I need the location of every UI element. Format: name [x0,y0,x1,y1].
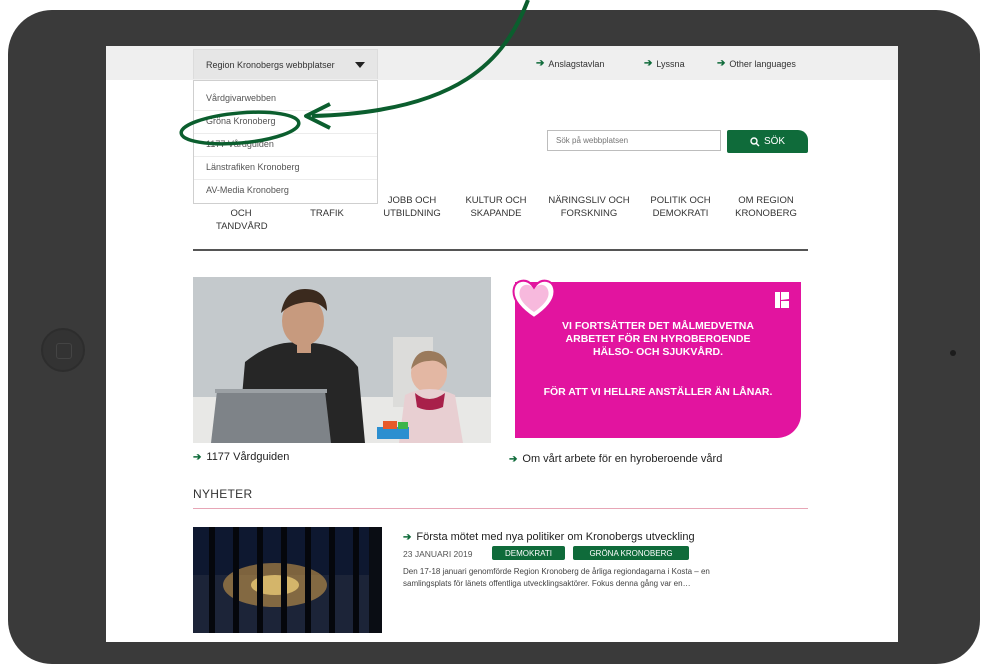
caret-down-icon [355,62,365,68]
arrow-right-icon: ➔ [644,58,653,69]
nav-divider [193,249,808,251]
nav-line1: NÄRINGSLIV OCH [548,195,630,206]
nav-line2: TRAFIK [310,208,344,219]
teaser-link-hyroberoende[interactable]: ➔ Om vårt arbete för en hyroberoende vår… [509,453,722,465]
nav-line2: TANDVÅRD [216,221,268,232]
promo-line: HÄLSO- OCH SJUKVÅRD. [592,346,724,358]
heart-badge-icon [512,279,556,320]
teaser-link-label: Om vårt arbete för en hyroberoende vård [522,453,723,465]
search-input[interactable] [547,130,721,151]
nav-line2: FORSKNING [560,208,618,219]
menu-divider [194,156,377,157]
nav-line1: POLITIK OCH [650,195,711,206]
tag-demokrati[interactable]: DEMOKRATI [492,546,565,560]
teaser-photo[interactable] [193,277,491,443]
news-section-title: NYHETER [193,487,253,501]
arrow-right-icon: ➔ [193,451,202,463]
menu-item-grona-kronoberg[interactable]: Gröna Kronoberg [206,116,276,126]
arrow-right-icon: ➔ [536,58,545,69]
toplink-anslagstavlan[interactable]: ➔ Anslagstavlan [536,58,604,69]
arrow-right-icon: ➔ [403,531,412,543]
sites-menu-toggle[interactable]: Region Kronobergs webbplatser [193,49,378,79]
toplink-label: Lyssna [656,58,685,69]
news-excerpt: Den 17-18 januari genomförde Region Kron… [403,566,803,590]
news-headline: Första mötet med nya politiker om Kronob… [416,531,695,543]
region-logo-icon [775,292,789,308]
nav-line1: OM REGION [738,195,794,206]
teaser-link-label: 1177 Vårdguiden [206,451,290,463]
arrow-right-icon: ➔ [717,58,726,69]
promo-headline: VI FORTSÄTTER DET MÅLMEDVETNA ARBETET FÖ… [515,320,801,359]
promo-tagline: FÖR ATT VI HELLRE ANSTÄLLER ÄN LÅNAR. [543,386,773,398]
toplink-lyssna[interactable]: ➔ Lyssna [644,58,685,69]
nav-line1: KULTUR OCH [465,195,527,206]
nav-item-om-region-kronoberg[interactable]: OM REGION KRONOBERG [726,194,806,220]
search-button-label: SÖK [763,136,786,147]
menu-item-av-media[interactable]: AV-Media Kronoberg [206,185,289,195]
menu-item-vardgivarwebben[interactable]: Vårdgivarwebben [206,93,276,103]
nav-line2: SKAPANDE [470,208,522,219]
top-bar: Region Kronobergs webbplatser ➔ Anslagst… [106,46,898,80]
nav-item-kultur-och-skapande[interactable]: KULTUR OCH SKAPANDE [456,194,536,220]
nav-item-naringsliv-och-forskning[interactable]: NÄRINGSLIV OCH FORSKNING [539,194,639,220]
teaser-link-1177[interactable]: ➔ 1177 Vårdguiden [193,451,289,463]
news-photo [193,527,382,633]
news-headline-link[interactable]: ➔ Första mötet med nya politiker om Kron… [403,531,695,543]
nav-item-jobb-och-utbildning[interactable]: JOBB OCH UTBILDNING [372,194,452,220]
news-excerpt-line: samlingsplats för länets offentliga utve… [403,579,691,588]
nav-line2: DEMOKRATI [652,208,709,219]
nav-line1: JOBB OCH [387,195,437,206]
home-button [41,328,85,372]
menu-item-lanstrafiken[interactable]: Länstrafiken Kronoberg [206,162,300,172]
toplink-label: Anslagstavlan [548,58,605,69]
menu-item-1177-vardguiden[interactable]: 1177 Vårdguiden [206,139,274,149]
tag-grona-kronoberg[interactable]: GRÖNA KRONOBERG [573,546,689,560]
news-thumbnail[interactable] [193,527,382,633]
nav-line1: OCH [230,208,252,219]
search-icon [750,136,760,146]
toplink-label: Other languages [729,58,796,69]
promo-line: ARBETET FÖR EN HYROBEROENDE [565,333,751,345]
news-section-divider [193,508,808,509]
camera-icon [950,350,956,356]
menu-divider [194,133,377,134]
photo-man-laptop-child [193,277,491,443]
nav-line2: KRONOBERG [735,208,797,219]
website-screen: Region Kronobergs webbplatser ➔ Anslagst… [106,46,898,642]
sites-dropdown-menu: Vårdgivarwebben Gröna Kronoberg 1177 Vår… [193,80,378,204]
nav-item-politik-och-demokrati[interactable]: POLITIK OCH DEMOKRATI [643,194,718,220]
news-excerpt-line: Den 17-18 januari genomförde Region Kron… [403,567,710,576]
arrow-right-icon: ➔ [509,453,518,465]
menu-divider [194,110,377,111]
news-date: 23 JANUARI 2019 [403,549,473,559]
search-button[interactable]: SÖK [727,130,808,153]
nav-line2: UTBILDNING [383,208,441,219]
toplink-other-languages[interactable]: ➔ Other languages [717,58,796,69]
menu-divider [194,179,377,180]
sites-menu-label: Region Kronobergs webbplatser [206,59,335,70]
